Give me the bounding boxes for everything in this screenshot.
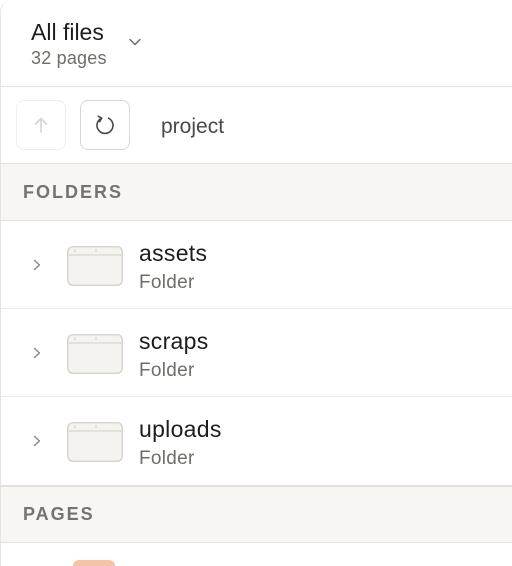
chevron-down-icon bbox=[128, 38, 141, 46]
all-files-dropdown[interactable]: All files 32 pages bbox=[31, 18, 143, 70]
chevron-right-icon[interactable] bbox=[31, 258, 43, 272]
refresh-button[interactable] bbox=[80, 100, 130, 150]
toolbar: project bbox=[1, 87, 512, 164]
folder-icon bbox=[67, 334, 123, 374]
arrow-up-icon bbox=[34, 117, 48, 133]
current-path: project bbox=[161, 115, 225, 138]
refresh-icon bbox=[96, 115, 114, 135]
file-browser-panel: All files 32 pages project FOLDERS asset… bbox=[0, 0, 512, 566]
up-button[interactable] bbox=[16, 100, 66, 150]
folder-list: assets Folder scraps Folder uploads Fold… bbox=[1, 221, 512, 485]
section-header-folders: FOLDERS bbox=[1, 164, 512, 221]
folder-kind: Folder bbox=[139, 272, 195, 293]
folder-icon bbox=[67, 422, 123, 462]
header: All files 32 pages bbox=[1, 0, 512, 87]
folder-icon bbox=[67, 246, 123, 286]
chevron-right-icon[interactable] bbox=[31, 346, 43, 360]
folder-row-uploads[interactable]: uploads Folder bbox=[1, 397, 512, 485]
section-header-pages: PAGES bbox=[1, 485, 512, 543]
page-count: 32 pages bbox=[31, 48, 107, 68]
folder-name: uploads bbox=[139, 416, 222, 442]
folder-name: assets bbox=[139, 240, 208, 266]
folder-row-assets[interactable]: assets Folder bbox=[1, 221, 512, 309]
folder-row-scraps[interactable]: scraps Folder bbox=[1, 309, 512, 397]
chevron-right-icon[interactable] bbox=[31, 434, 43, 448]
folder-name: scraps bbox=[139, 328, 209, 354]
folder-kind: Folder bbox=[139, 448, 195, 469]
page-title: All files bbox=[31, 19, 104, 45]
title-block: All files 32 pages bbox=[31, 18, 107, 70]
folder-kind: Folder bbox=[139, 360, 195, 381]
page-row[interactable] bbox=[1, 543, 512, 566]
page-thumbnail bbox=[73, 560, 115, 566]
